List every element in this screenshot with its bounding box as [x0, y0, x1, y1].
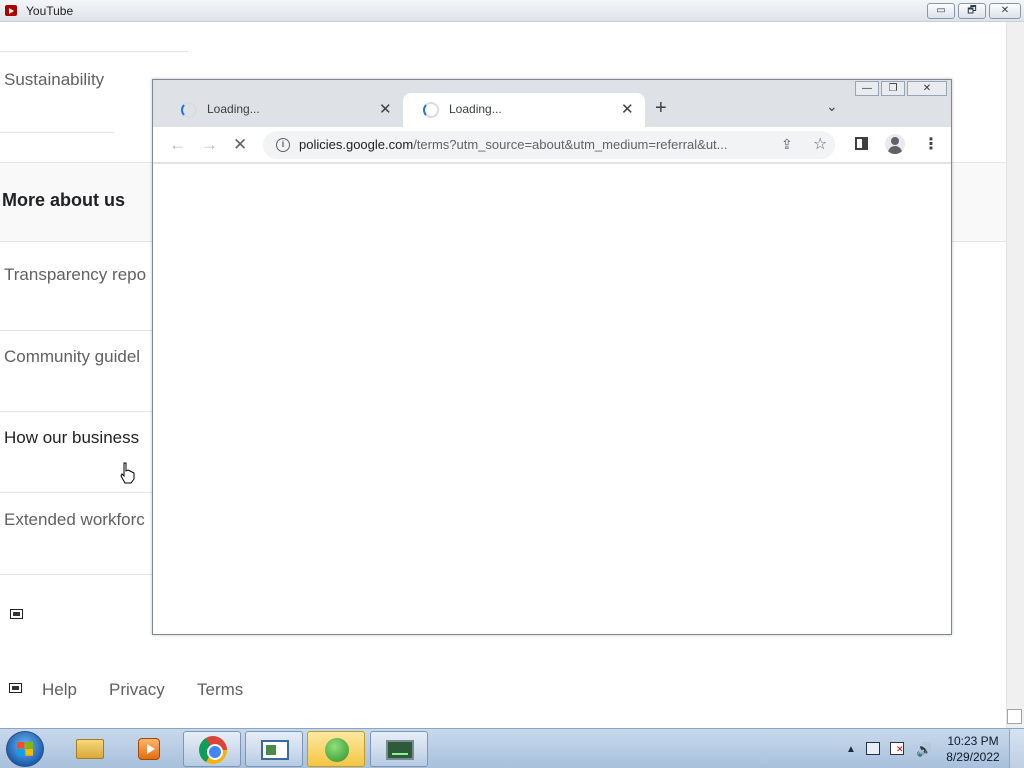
clock-time: 10:23 PM — [947, 734, 999, 748]
action-center-flag-icon[interactable] — [890, 742, 904, 755]
app-window-icon — [261, 740, 289, 760]
taskbar: ▲ 🔊 10:23 PM 8/29/2022 — [0, 728, 1024, 768]
broken-image-icon — [10, 609, 23, 619]
profile-avatar-icon[interactable] — [885, 134, 905, 154]
restore-button[interactable]: 🗗 — [958, 3, 986, 19]
start-button[interactable] — [6, 731, 44, 767]
chrome-popup-window[interactable]: — ❐ ✕ Loading... ✕ Loading... ✕ + ⌄ ← → … — [152, 79, 952, 635]
loading-spinner-icon — [181, 102, 197, 118]
restore-button[interactable]: ❐ — [881, 81, 905, 96]
window-title: YouTube — [26, 4, 74, 18]
taskbar-explorer-button[interactable] — [60, 731, 118, 767]
transparency-report-link[interactable]: Transparency repo — [4, 265, 146, 285]
tab-title: Loading... — [449, 102, 502, 116]
close-button[interactable]: ✕ — [989, 3, 1021, 19]
divider — [0, 132, 114, 133]
taskbar-media-button[interactable] — [120, 731, 178, 767]
page-viewport — [153, 164, 951, 634]
broken-image-icon — [9, 683, 22, 693]
youtube-title-bar: YouTube ▭ 🗗 ✕ — [0, 0, 1024, 22]
hand-cursor-icon — [120, 462, 135, 484]
footer-privacy-link[interactable]: Privacy — [109, 680, 165, 700]
divider — [0, 411, 152, 412]
back-arrow-icon[interactable]: ← — [169, 135, 186, 155]
clock-date: 8/29/2022 — [946, 750, 1000, 764]
section-heading: More about us — [2, 190, 126, 210]
show-hidden-icons-arrow-icon[interactable]: ▲ — [846, 744, 856, 755]
tab-close-icon[interactable]: ✕ — [621, 100, 634, 118]
share-icon[interactable]: ⇪ — [781, 136, 793, 153]
taskbar-terminal-button[interactable] — [370, 731, 428, 767]
taskbar-network-app-button[interactable] — [307, 731, 365, 767]
minimize-button[interactable]: ▭ — [927, 3, 955, 19]
folder-icon — [76, 739, 104, 759]
network-icon[interactable] — [866, 742, 880, 755]
address-bar[interactable]: i policies.google.com/terms?utm_source=a… — [263, 131, 835, 159]
footer-terms-link[interactable]: Terms — [197, 680, 243, 700]
close-button[interactable]: ✕ — [907, 81, 947, 96]
new-tab-button[interactable]: + — [655, 97, 667, 120]
divider — [0, 492, 152, 493]
show-desktop-button[interactable] — [1009, 729, 1024, 768]
divider — [0, 574, 152, 575]
tab-loading-2[interactable]: Loading... ✕ — [403, 93, 645, 127]
tab-loading-1[interactable]: Loading... ✕ — [161, 93, 403, 127]
loading-spinner-icon — [423, 102, 439, 118]
stop-loading-icon[interactable]: ✕ — [233, 135, 247, 155]
info-icon[interactable]: i — [276, 138, 290, 152]
url-host: policies.google.com — [299, 137, 414, 152]
extended-workforce-link[interactable]: Extended workforc — [4, 510, 145, 530]
side-panel-icon[interactable] — [855, 137, 868, 150]
divider — [0, 330, 152, 331]
volume-icon[interactable]: 🔊 — [916, 742, 932, 758]
clock[interactable]: 10:23 PM 8/29/2022 — [942, 733, 1004, 765]
sustainability-link[interactable]: Sustainability — [4, 70, 104, 90]
media-player-icon — [138, 738, 160, 760]
youtube-app-icon — [5, 5, 17, 16]
divider — [0, 51, 188, 52]
system-tray: ▲ 🔊 10:23 PM 8/29/2022 — [842, 729, 1024, 768]
terminal-icon — [386, 740, 414, 760]
forward-arrow-icon[interactable]: → — [201, 135, 218, 155]
minimize-button[interactable]: — — [855, 81, 879, 96]
how-our-business-works-link[interactable]: How our business — [4, 428, 139, 448]
bookmark-star-icon[interactable]: ☆ — [813, 134, 827, 154]
taskbar-chrome-button[interactable] — [183, 731, 241, 767]
tab-close-icon[interactable]: ✕ — [379, 100, 392, 118]
footer-help-link[interactable]: Help — [42, 680, 77, 700]
tab-title: Loading... — [207, 102, 260, 116]
taskbar-app-window-button[interactable] — [245, 731, 303, 767]
chrome-icon — [199, 736, 227, 764]
browser-toolbar: ← → ✕ i policies.google.com/terms?utm_so… — [153, 127, 951, 163]
url-path: /terms?utm_source=about&utm_medium=refer… — [413, 137, 728, 152]
network-app-icon — [325, 738, 349, 762]
kebab-menu-icon[interactable]: ⋮ — [923, 134, 939, 154]
scrollbar-grip-icon[interactable] — [1007, 709, 1022, 724]
vertical-scrollbar[interactable] — [1006, 22, 1024, 728]
url-text[interactable]: policies.google.com/terms?utm_source=abo… — [299, 137, 767, 152]
community-guidelines-link[interactable]: Community guidel — [4, 347, 140, 367]
tab-search-chevron-icon[interactable]: ⌄ — [826, 98, 838, 115]
